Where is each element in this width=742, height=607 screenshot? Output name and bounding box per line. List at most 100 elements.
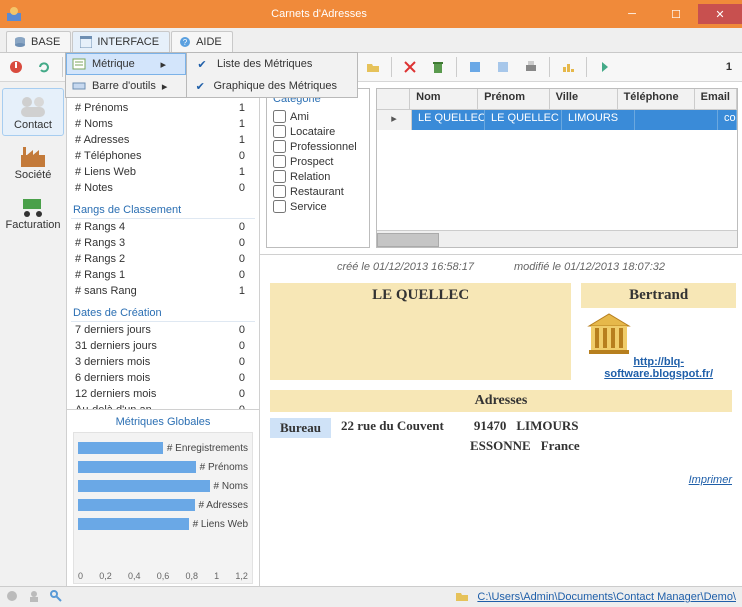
minimize-button[interactable]: ─ [610,4,654,24]
database-icon [13,35,27,49]
category-item[interactable]: Professionnel [273,139,363,154]
menu-dropdown: Métrique▸ Barre d'outils▸ ✔Liste des Mét… [65,52,358,98]
modified-label: modifié le 01/12/2013 18:07:32 [514,261,665,273]
print-link[interactable]: Imprimer [689,474,732,486]
svg-text:?: ? [183,38,188,47]
col-telephone[interactable]: Téléphone [618,89,695,109]
menu-liste-metriques[interactable]: ✔Liste des Métriques [187,53,357,75]
metric-row: 7 derniers jours0 [71,322,255,338]
metric-row: Au-delà d'un an0 [71,402,255,409]
metric-row: # sans Rang1 [71,283,255,299]
category-checkbox[interactable] [273,155,286,168]
record-count: 1 [726,61,738,73]
menu-barre[interactable]: Barre d'outils▸ [66,75,186,97]
detail-nom: LE QUELLEC [270,283,571,380]
delete-red-button[interactable] [398,55,422,79]
ribbon-tabs: BASE INTERFACE ?AIDE [0,28,742,53]
metric-row: # Rangs 30 [71,235,255,251]
category-item[interactable]: Prospect [273,154,363,169]
help-icon: ? [178,35,192,49]
addr-label: Bureau [270,418,331,438]
horizontal-scrollbar[interactable] [377,230,737,247]
check-icon: ✔ [193,80,207,93]
addr-city: LIMOURS [516,418,578,438]
nav-contact[interactable]: Contact [2,88,64,136]
trash-button[interactable] [426,55,450,79]
category-item[interactable]: Locataire [273,124,363,139]
window-title: Carnets d'Adresses [28,8,610,20]
status-path[interactable]: C:\Users\Admin\Documents\Contact Manager… [477,591,736,603]
chart-panel: Métriques Globales # Enregistrements # Pr… [67,409,259,586]
detail-prenom: Bertrand [581,283,736,308]
category-checkbox[interactable] [273,185,286,198]
refresh-button[interactable] [32,55,56,79]
category-checkbox[interactable] [273,170,286,183]
grid-header: Nom Prénom Ville Téléphone Email [377,89,737,110]
chart-bar: # Enregistrements [78,440,248,456]
col-nom[interactable]: Nom [410,89,478,109]
col-ville[interactable]: Ville [550,89,618,109]
metric-row: # Liens Web1 [71,164,255,180]
category-item[interactable]: Relation [273,169,363,184]
website-link[interactable]: http://blq-software.blogspot.fr/ [604,356,713,380]
metric-row: 12 derniers mois0 [71,386,255,402]
category-checkbox[interactable] [273,125,286,138]
print-button[interactable] [519,55,543,79]
category-checkbox[interactable] [273,140,286,153]
import-button[interactable] [491,55,515,79]
metric-row: 31 derniers jours0 [71,338,255,354]
chart-bar: # Adresses [78,497,248,513]
metric-row: # Prénoms1 [71,100,255,116]
nav-societe[interactable]: Société [2,138,64,186]
building-icon [585,312,633,356]
folder-icon [455,590,469,604]
cart-icon [17,193,49,219]
addr-region: ESSONNE [470,438,531,454]
col-prenom[interactable]: Prénom [478,89,550,109]
metric-row: 3 derniers mois0 [71,354,255,370]
row-indicator-icon: ▸ [377,110,412,130]
chart-button[interactable] [556,55,580,79]
check-icon: ✔ [193,58,211,71]
category-checkbox[interactable] [273,110,286,123]
tab-interface[interactable]: INTERFACE [72,31,170,52]
titlebar: Carnets d'Adresses ─ ☐ ✕ [0,0,742,28]
tab-base[interactable]: BASE [6,31,71,52]
contacts-grid: Nom Prénom Ville Téléphone Email ▸ LE QU… [376,88,738,248]
menu-metrique[interactable]: Métrique▸ [66,53,186,75]
next-button[interactable] [593,55,617,79]
tab-aide[interactable]: ?AIDE [171,31,233,52]
detail-pane: LE QUELLEC Bertrand http://blq-software.… [260,279,742,586]
metric-row: # Adresses1 [71,132,255,148]
category-box: Catégorie AmiLocataireProfessionnelProsp… [266,88,370,248]
chart-title: Métriques Globales [73,416,253,428]
app-icon [6,6,22,22]
metric-row: # Téléphones0 [71,148,255,164]
open-button[interactable] [361,55,385,79]
chart-bar: # Noms [78,478,248,494]
category-item[interactable]: Ami [273,109,363,124]
table-row[interactable]: ▸ LE QUELLEC LE QUELLEC LIMOURS contact@… [377,110,737,130]
created-label: créé le 01/12/2013 16:58:17 [337,261,474,273]
nav-rail: Contact Société Facturation [0,82,67,586]
category-item[interactable]: Service [273,199,363,214]
user-icon [28,590,42,604]
list-icon [72,57,86,71]
key-icon [50,590,64,604]
menu-graphique-metriques[interactable]: ✔Graphique des Métriques [187,75,357,97]
export-button[interactable] [463,55,487,79]
category-item[interactable]: Restaurant [273,184,363,199]
statusbar: C:\Users\Admin\Documents\Contact Manager… [0,586,742,607]
chart-bar: # Prénoms [78,459,248,475]
metric-row: # Noms1 [71,116,255,132]
power-button[interactable] [4,55,28,79]
metric-row: # Notes0 [71,180,255,196]
contacts-icon [17,93,49,119]
maximize-button[interactable]: ☐ [654,4,698,24]
category-checkbox[interactable] [273,200,286,213]
metric-row: # Rangs 20 [71,251,255,267]
nav-facturation[interactable]: Facturation [2,188,64,236]
addr-street: 22 rue du Couvent [341,418,444,438]
close-button[interactable]: ✕ [698,4,742,24]
col-email[interactable]: Email [695,89,737,109]
